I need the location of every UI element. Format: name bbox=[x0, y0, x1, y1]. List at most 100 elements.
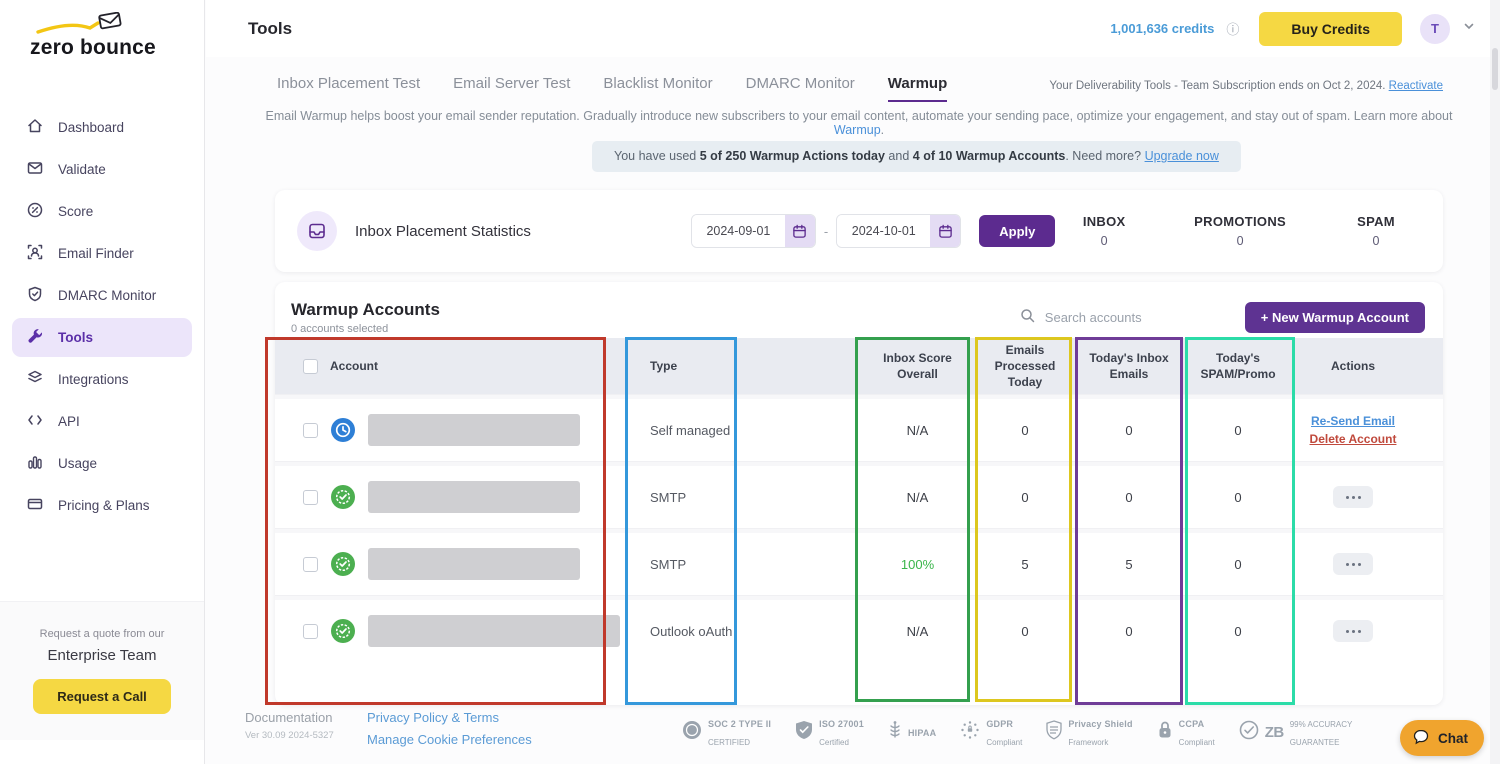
resend-email-link[interactable]: Re-Send Email bbox=[1311, 414, 1395, 428]
emails-processed-value: 5 bbox=[975, 557, 1075, 572]
tab-warmup[interactable]: Warmup bbox=[888, 75, 947, 102]
documentation-link[interactable]: Documentation bbox=[245, 710, 365, 725]
sidebar-item-score[interactable]: Score bbox=[12, 192, 192, 231]
sidebar-item-pricing-plans[interactable]: Pricing & Plans bbox=[12, 486, 192, 525]
usage-banner: You have used 5 of 250 Warmup Actions to… bbox=[592, 141, 1241, 172]
sidebar-item-dmarc-monitor[interactable]: DMARC Monitor bbox=[12, 276, 192, 315]
sidebar-item-email-finder[interactable]: Email Finder bbox=[12, 234, 192, 273]
user-avatar[interactable]: T bbox=[1420, 14, 1450, 44]
inbox-score-value: N/A bbox=[860, 624, 975, 639]
tab-dmarc-monitor[interactable]: DMARC Monitor bbox=[746, 75, 855, 102]
column-header-emails-processed: Emails Processed Today bbox=[975, 342, 1075, 391]
sidebar-item-label: API bbox=[58, 414, 80, 429]
privacy-policy-link[interactable]: Privacy Policy & Terms bbox=[367, 710, 567, 725]
badge-line2: CERTIFIED bbox=[708, 738, 750, 747]
zb-accuracy-badge: ZB 99% ACCURACYGUARANTEE bbox=[1239, 714, 1353, 750]
iso-badge-icon bbox=[795, 720, 813, 745]
apply-button[interactable]: Apply bbox=[979, 215, 1055, 247]
badge-line3: GUARANTEE bbox=[1290, 738, 1340, 747]
badge-line1: HIPAA bbox=[908, 728, 936, 738]
inbox-placement-statistics-card: Inbox Placement Statistics - Apply INBOX… bbox=[275, 190, 1443, 272]
more-actions-button[interactable] bbox=[1333, 553, 1373, 575]
tab-email-server-test[interactable]: Email Server Test bbox=[453, 75, 570, 102]
tab-inbox-placement-test[interactable]: Inbox Placement Test bbox=[277, 75, 420, 102]
badge-line2: Compliant bbox=[986, 738, 1022, 747]
badge-line2: 99% ACCURACY bbox=[1290, 720, 1353, 729]
sidebar-item-tools[interactable]: Tools bbox=[12, 318, 192, 357]
reactivate-link[interactable]: Reactivate bbox=[1389, 80, 1443, 92]
sidebar-item-label: Validate bbox=[58, 162, 106, 177]
enterprise-quote-text: Request a quote from our bbox=[0, 628, 204, 640]
calendar-icon[interactable] bbox=[785, 215, 815, 247]
banner-accounts-count: 4 of 10 Warmup Accounts bbox=[913, 149, 1066, 163]
chevron-down-icon[interactable] bbox=[1462, 19, 1476, 38]
todays-spam-value: 0 bbox=[1183, 624, 1293, 639]
cookie-preferences-link[interactable]: Manage Cookie Preferences bbox=[367, 732, 567, 747]
envelope-icon bbox=[26, 159, 44, 180]
search-accounts-input[interactable] bbox=[1045, 310, 1210, 325]
todays-inbox-value: 0 bbox=[1075, 490, 1183, 505]
sidebar-item-validate[interactable]: Validate bbox=[12, 150, 192, 189]
date-to-input[interactable] bbox=[837, 215, 930, 247]
date-from-input[interactable] bbox=[692, 215, 785, 247]
kebab-dots-icon bbox=[1346, 630, 1349, 633]
enterprise-panel: Request a quote from our Enterprise Team… bbox=[0, 601, 204, 740]
account-type: SMTP bbox=[630, 557, 860, 572]
gdpr-stars-icon bbox=[960, 720, 980, 745]
upgrade-now-link[interactable]: Upgrade now bbox=[1145, 149, 1219, 163]
zerobounce-logo[interactable]: zero bounce bbox=[28, 12, 204, 64]
sidebar-item-api[interactable]: API bbox=[12, 402, 192, 441]
more-actions-button[interactable] bbox=[1333, 486, 1373, 508]
tab-blacklist-monitor[interactable]: Blacklist Monitor bbox=[603, 75, 712, 102]
row-checkbox[interactable] bbox=[303, 490, 318, 505]
search-accounts bbox=[1020, 308, 1225, 328]
credits-link[interactable]: 1,001,636 credits bbox=[1110, 21, 1214, 36]
placement-stats: INBOX 0 PROMOTIONS 0 SPAM 0 bbox=[1064, 214, 1416, 248]
info-icon[interactable]: ⓘ bbox=[1226, 19, 1239, 38]
buy-credits-button[interactable]: Buy Credits bbox=[1259, 12, 1402, 46]
scrollbar[interactable] bbox=[1490, 0, 1500, 764]
warmup-learn-more-link[interactable]: Warmup bbox=[834, 123, 881, 137]
stat-inbox: INBOX 0 bbox=[1064, 214, 1144, 248]
more-actions-button[interactable] bbox=[1333, 620, 1373, 642]
topbar: Tools 1,001,636 credits ⓘ Buy Credits T bbox=[206, 0, 1500, 57]
banner-actions-count: 5 of 250 Warmup Actions today bbox=[700, 149, 885, 163]
scrollbar-thumb[interactable] bbox=[1492, 48, 1498, 90]
home-icon bbox=[26, 117, 44, 138]
sidebar-item-dashboard[interactable]: Dashboard bbox=[12, 108, 192, 147]
select-all-checkbox[interactable] bbox=[303, 359, 318, 374]
delete-account-link[interactable]: Delete Account bbox=[1310, 432, 1397, 446]
calendar-icon[interactable] bbox=[930, 215, 960, 247]
stat-label: SPAM bbox=[1336, 214, 1416, 229]
table-row: SMTP N/A 0 0 0 bbox=[275, 466, 1443, 528]
column-header-type: Type bbox=[630, 359, 860, 373]
stat-spam: SPAM 0 bbox=[1336, 214, 1416, 248]
privacy-shield-icon bbox=[1046, 720, 1062, 745]
table-row: SMTP 100% 5 5 0 bbox=[275, 533, 1443, 595]
sidebar-item-integrations[interactable]: Integrations bbox=[12, 360, 192, 399]
inbox-tray-icon bbox=[297, 211, 337, 251]
iso27001-badge: ISO 27001Certified bbox=[795, 714, 864, 750]
row-checkbox[interactable] bbox=[303, 624, 318, 639]
sidebar-nav: Dashboard Validate Score Email Finder DM… bbox=[0, 108, 204, 525]
account-name-redacted bbox=[368, 615, 620, 647]
inbox-score-value: 100% bbox=[860, 557, 975, 572]
subscription-notice: Your Deliverability Tools - Team Subscri… bbox=[1049, 80, 1443, 92]
column-header-todays-spam: Today's SPAM/Promo bbox=[1183, 350, 1293, 382]
row-checkbox[interactable] bbox=[303, 557, 318, 572]
account-type: Outlook oAuth bbox=[630, 624, 860, 639]
chat-button[interactable]: Chat bbox=[1400, 720, 1484, 756]
row-checkbox[interactable] bbox=[303, 423, 318, 438]
table-row: Outlook oAuth N/A 0 0 0 bbox=[275, 600, 1443, 662]
column-header-account: Account bbox=[330, 359, 378, 373]
bar-chart-icon bbox=[26, 453, 44, 474]
stats-card-title: Inbox Placement Statistics bbox=[355, 223, 531, 240]
column-header-inbox-score: Inbox Score Overall bbox=[860, 350, 975, 382]
sidebar-item-usage[interactable]: Usage bbox=[12, 444, 192, 483]
chat-bubble-icon bbox=[1412, 728, 1430, 749]
request-call-button[interactable]: Request a Call bbox=[33, 679, 171, 714]
sidebar-item-label: Pricing & Plans bbox=[58, 498, 150, 513]
version-text: Ver 30.09 2024-5327 bbox=[245, 730, 365, 741]
sidebar: zero bounce Dashboard Validate Score Ema… bbox=[0, 0, 205, 764]
new-warmup-account-button[interactable]: + New Warmup Account bbox=[1245, 302, 1425, 333]
